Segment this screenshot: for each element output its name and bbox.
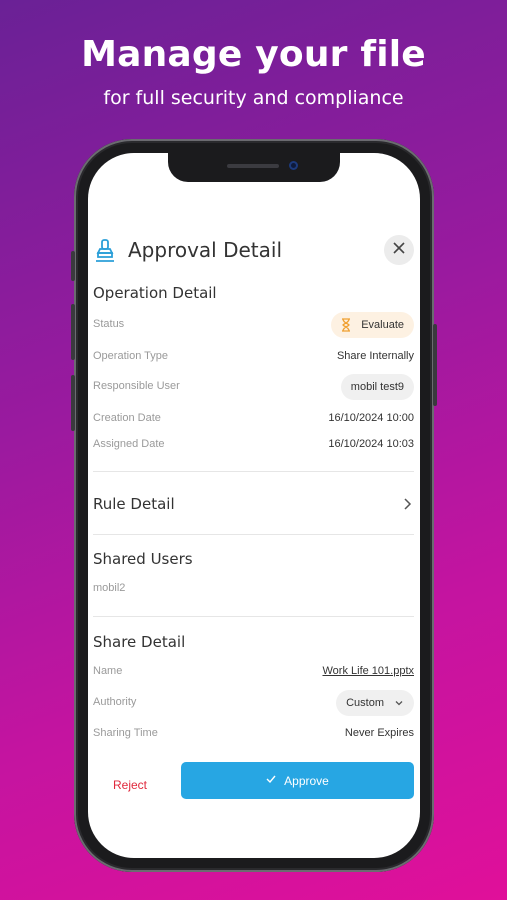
approve-button[interactable]: Approve — [181, 762, 414, 799]
chevron-down-icon — [394, 698, 404, 708]
divider — [93, 616, 414, 617]
check-icon — [266, 775, 276, 786]
status-value: Evaluate — [361, 319, 404, 331]
phone-screen: Approval Detail Operation Detail Status — [88, 153, 420, 858]
rule-detail-title: Rule Detail — [93, 495, 175, 513]
authority-value: Custom — [346, 697, 384, 709]
creation-date-label: Creation Date — [93, 412, 161, 424]
status-row: Status Evaluate — [93, 312, 414, 338]
close-icon — [393, 241, 405, 259]
responsible-user-row: Responsible User mobil test9 — [93, 374, 414, 400]
authority-label: Authority — [93, 696, 137, 708]
assigned-date-label: Assigned Date — [93, 438, 165, 450]
assigned-date-value: 16/10/2024 10:03 — [328, 438, 414, 450]
phone-frame: Approval Detail Operation Detail Status — [71, 139, 437, 872]
close-button[interactable] — [384, 235, 414, 265]
promo-subline: for full security and compliance — [103, 87, 404, 109]
shared-users-title: Shared Users — [93, 550, 193, 568]
file-name-row: Name Work Life 101.pptx — [93, 659, 414, 685]
rule-detail-row[interactable]: Rule Detail — [88, 483, 420, 521]
sharing-time-row: Sharing Time Never Expires — [93, 721, 414, 747]
shared-user-item: mobil2 — [93, 582, 126, 594]
reject-button[interactable]: Reject — [113, 778, 147, 792]
phone-volume-down-button — [71, 375, 75, 431]
creation-date-row: Creation Date 16/10/2024 10:00 — [93, 406, 414, 432]
file-name-link[interactable]: Work Life 101.pptx — [322, 665, 414, 677]
chevron-right-icon — [400, 497, 414, 511]
authority-row: Authority Custom — [93, 690, 414, 716]
share-detail-title: Share Detail — [93, 633, 186, 651]
approve-label: Approve — [284, 773, 329, 788]
dialog-header: Approval Detail — [94, 235, 414, 269]
sharing-time-value: Never Expires — [344, 727, 414, 739]
operation-type-value: Share Internally — [336, 350, 414, 362]
approval-detail-panel: Approval Detail Operation Detail Status — [88, 153, 420, 858]
status-badge: Evaluate — [331, 312, 414, 338]
promo-headline: Manage your file — [81, 34, 426, 75]
operation-type-label: Operation Type — [93, 350, 169, 362]
divider — [93, 534, 414, 535]
phone-mute-button — [71, 251, 75, 281]
assigned-date-row: Assigned Date 16/10/2024 10:03 — [93, 432, 414, 458]
dialog-title: Approval Detail — [128, 238, 283, 262]
stamp-icon — [94, 239, 116, 263]
responsible-user-label: Responsible User — [93, 380, 180, 392]
phone-volume-up-button — [71, 304, 75, 360]
authority-select[interactable]: Custom — [336, 690, 414, 716]
operation-detail-title: Operation Detail — [93, 284, 217, 302]
creation-date-value: 16/10/2024 10:00 — [328, 412, 414, 424]
file-name-label: Name — [93, 665, 123, 677]
hourglass-icon — [341, 318, 351, 332]
status-label: Status — [93, 318, 125, 330]
phone-power-button — [433, 324, 437, 406]
operation-type-row: Operation Type Share Internally — [93, 344, 414, 370]
divider — [93, 471, 414, 472]
sharing-time-label: Sharing Time — [93, 727, 158, 739]
responsible-user-chip: mobil test9 — [340, 374, 414, 400]
responsible-user-value: mobil test9 — [350, 381, 404, 393]
